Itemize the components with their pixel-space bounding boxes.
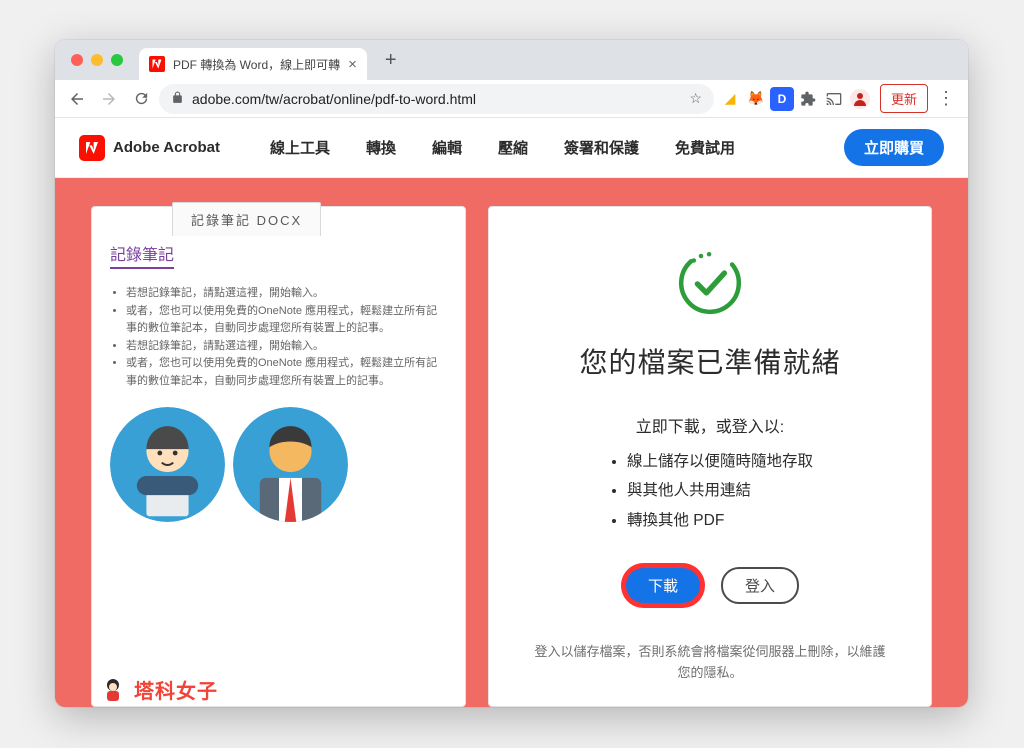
lock-icon (171, 91, 184, 107)
feature-item: 與其他人共用連結 (627, 476, 813, 505)
nav-free-trial[interactable]: 免費試用 (661, 137, 749, 158)
tab-strip: PDF 轉換為 Word，線上即可轉 × + (55, 40, 968, 80)
window-controls[interactable] (65, 54, 129, 66)
avatar-person-1-icon (110, 407, 225, 522)
adobe-logo-icon (79, 135, 105, 161)
watermark-text: 塔科女子 (134, 675, 218, 704)
feature-item: 線上儲存以便隨時隨地存取 (627, 447, 813, 476)
forward-button[interactable] (95, 85, 123, 113)
browser-window: PDF 轉換為 Word，線上即可轉 × + adobe.com/tw/acro… (55, 40, 968, 707)
download-highlight: 下載 (621, 563, 705, 608)
fullscreen-window-icon[interactable] (111, 54, 123, 66)
address-bar[interactable]: adobe.com/tw/acrobat/online/pdf-to-word.… (159, 84, 714, 114)
minimize-window-icon[interactable] (91, 54, 103, 66)
profile-avatar-icon[interactable] (848, 87, 872, 111)
reload-button[interactable] (127, 85, 155, 113)
bullet-item: 若想記錄筆記，請點選這裡，開始輸入。 (126, 338, 447, 356)
avatar-person-2-icon (233, 407, 348, 522)
extension-d-icon[interactable]: D (770, 87, 794, 111)
nav-compress[interactable]: 壓縮 (484, 137, 542, 158)
privacy-note: 登入以儲存檔案，否則系統會將檔案從伺服器上刪除，以維護您的隱私。 (530, 642, 890, 684)
page-viewport: Adobe Acrobat 線上工具 轉換 編輯 壓縮 簽署和保護 免費試用 立… (55, 118, 968, 707)
doc-bullets: 若想記錄筆記，請點選這裡，開始輸入。 或者，您也可以使用免費的OneNote 應… (110, 285, 447, 391)
success-check-icon (674, 247, 746, 319)
brand-text: Adobe Acrobat (113, 139, 220, 156)
watermark-avatar-icon (98, 674, 128, 704)
signin-button[interactable]: 登入 (721, 567, 799, 604)
tab-title: PDF 轉換為 Word，線上即可轉 (173, 56, 340, 73)
brand[interactable]: Adobe Acrobat (79, 135, 220, 161)
bullet-item: 若想記錄筆記，請點選這裡，開始輸入。 (126, 285, 447, 303)
cast-icon[interactable] (822, 87, 846, 111)
buy-now-button[interactable]: 立即購買 (844, 129, 944, 166)
back-button[interactable] (63, 85, 91, 113)
close-window-icon[interactable] (71, 54, 83, 66)
file-tab: 記錄筆記 DOCX (172, 202, 321, 236)
page-body: 記錄筆記 DOCX 記錄筆記 若想記錄筆記，請點選這裡，開始輸入。 或者，您也可… (55, 178, 968, 707)
nav-edit[interactable]: 編輯 (418, 137, 476, 158)
bookmark-star-icon[interactable]: ☆ (689, 90, 702, 107)
button-row: 下載 登入 (621, 563, 799, 608)
url-text: adobe.com/tw/acrobat/online/pdf-to-word.… (192, 91, 681, 107)
ready-title: 您的檔案已準備就緒 (579, 341, 840, 381)
nav-convert[interactable]: 轉換 (352, 137, 410, 158)
bullet-item: 或者，您也可以使用免費的OneNote 應用程式，輕鬆建立所有記事的數位筆記本，… (126, 355, 447, 390)
feature-item: 轉換其他 PDF (627, 506, 813, 535)
browser-toolbar: adobe.com/tw/acrobat/online/pdf-to-word.… (55, 80, 968, 118)
kebab-menu-icon[interactable]: ⋮ (932, 85, 960, 113)
feature-list: 線上儲存以便隨時隨地存取 與其他人共用連結 轉換其他 PDF (607, 447, 813, 535)
doc-title: 記錄筆記 (110, 241, 174, 269)
subtitle: 立即下載，或登入以: (636, 413, 784, 437)
nav-sign[interactable]: 簽署和保護 (550, 137, 653, 158)
preview-card: 記錄筆記 DOCX 記錄筆記 若想記錄筆記，請點選這裡，開始輸入。 或者，您也可… (91, 206, 466, 707)
site-navigation: Adobe Acrobat 線上工具 轉換 編輯 壓縮 簽署和保護 免費試用 立… (55, 118, 968, 178)
watermark: 塔科女子 (98, 674, 218, 704)
nav-online-tools[interactable]: 線上工具 (256, 137, 344, 158)
download-button[interactable]: 下載 (626, 568, 700, 603)
adobe-favicon-icon (149, 56, 165, 72)
extensions-puzzle-icon[interactable] (796, 87, 820, 111)
download-card: 您的檔案已準備就緒 立即下載，或登入以: 線上儲存以便隨時隨地存取 與其他人共用… (488, 206, 932, 707)
close-tab-icon[interactable]: × (348, 56, 357, 73)
extension-icon[interactable]: ◢ (718, 87, 742, 111)
metamask-icon[interactable]: 🦊 (744, 87, 768, 111)
avatar-row (110, 407, 447, 522)
bullet-item: 或者，您也可以使用免費的OneNote 應用程式，輕鬆建立所有記事的數位筆記本，… (126, 303, 447, 338)
update-button[interactable]: 更新 (880, 84, 928, 113)
browser-tab[interactable]: PDF 轉換為 Word，線上即可轉 × (139, 48, 367, 80)
extension-icons: ◢ 🦊 D (718, 87, 872, 111)
new-tab-button[interactable]: + (377, 49, 405, 72)
